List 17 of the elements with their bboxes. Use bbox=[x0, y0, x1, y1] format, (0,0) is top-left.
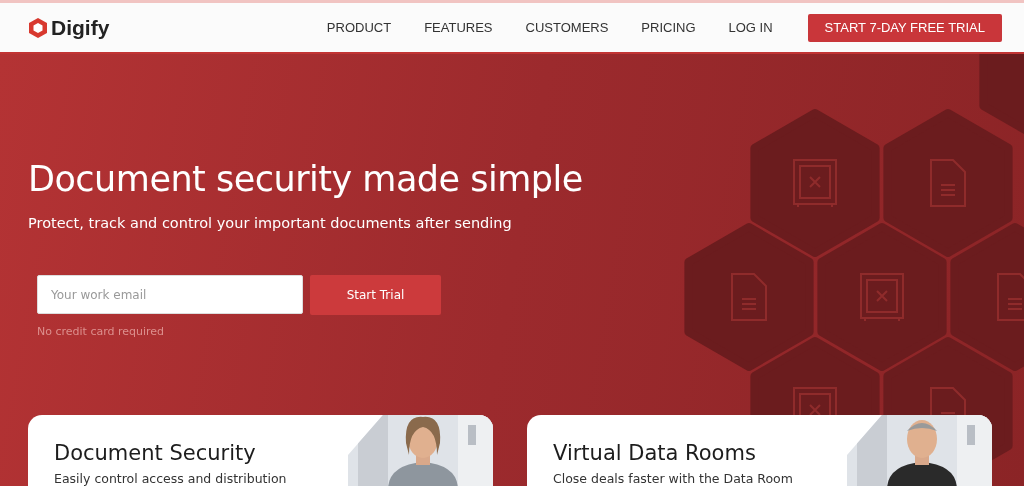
nav-link[interactable]: LOG IN bbox=[728, 20, 773, 35]
hero-subtitle: Protect, track and control your important documents after sending bbox=[28, 215, 513, 231]
free-trial-button[interactable]: START 7-DAY FREE TRIAL bbox=[807, 13, 1002, 42]
card-description: Easily control access and distribution bbox=[54, 471, 287, 486]
nav-link[interactable]: FEATURES bbox=[424, 20, 493, 35]
nav-link[interactable]: PRICING bbox=[641, 20, 696, 35]
credit-card-note: No credit card required bbox=[37, 325, 166, 338]
start-trial-button[interactable]: Start Trial bbox=[310, 275, 441, 315]
nav-link[interactable]: PRODUCT bbox=[326, 20, 392, 35]
nav-link[interactable]: CUSTOMERS bbox=[525, 20, 609, 35]
logo-wordmark[interactable]: Digify bbox=[51, 15, 110, 40]
hexagon-logo-icon bbox=[28, 16, 48, 39]
hero-headline: Document security made simple bbox=[28, 158, 584, 201]
card-title: Virtual Data Rooms bbox=[553, 441, 757, 465]
card-description: Close deals faster with the Data Room bbox=[553, 471, 793, 486]
email-field[interactable]: Your work email bbox=[37, 275, 303, 314]
card-title: Document Security bbox=[54, 441, 257, 465]
